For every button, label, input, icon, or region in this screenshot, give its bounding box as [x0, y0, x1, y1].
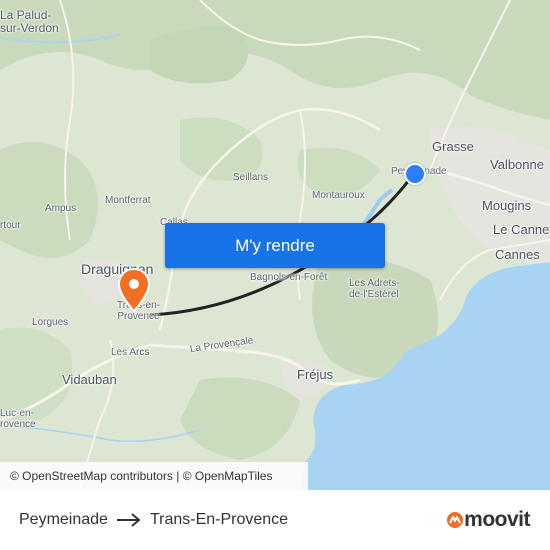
place-la-palud: La Palud- sur-Verdon [0, 8, 59, 36]
place-montferrat: Montferrat [105, 195, 151, 206]
place-adrets: Les Adrets- de-l'Estérel [349, 278, 400, 300]
place-grasse: Grasse [432, 139, 474, 154]
moovit-logo[interactable]: moovit [446, 508, 530, 532]
moovit-logo-icon [447, 512, 464, 528]
directions-button[interactable]: M'y rendre [165, 223, 385, 268]
place-seillans: Seillans [233, 172, 269, 183]
place-ampus: Ampus [45, 203, 77, 214]
place-cannes: Cannes [495, 247, 540, 262]
place-le-cannet: Le Cannet [493, 222, 550, 237]
place-valbonne: Valbonne [490, 157, 544, 172]
route-summary: Peymeinade Trans-En-Provence [19, 511, 288, 529]
footer: Peymeinade Trans-En-Provence moovit [0, 490, 550, 550]
place-mougins: Mougins [482, 198, 532, 213]
place-vidauban: Vidauban [62, 372, 117, 387]
place-artour: rtour [0, 220, 21, 231]
arrow-right-icon [116, 513, 142, 527]
destination-pin-icon[interactable] [117, 268, 151, 312]
map-attribution[interactable]: © OpenStreetMap contributors | © OpenMap… [0, 462, 308, 490]
map[interactable]: La Palud- sur-Verdon Grasse Valbonne Pey… [0, 0, 550, 490]
place-luc: Luc-en- rovence [0, 408, 36, 430]
place-bagnols: Bagnols-en-Forêt [250, 272, 328, 283]
place-frejus: Fréjus [297, 367, 334, 382]
place-lorgues: Lorgues [32, 317, 69, 328]
origin-label: Peymeinade [19, 511, 108, 528]
place-montauroux: Montauroux [312, 190, 365, 201]
origin-location-dot[interactable] [404, 163, 426, 185]
moovit-wordmark: moovit [464, 508, 530, 531]
page: La Palud- sur-Verdon Grasse Valbonne Pey… [0, 0, 550, 550]
place-les-arcs: Les Arcs [111, 347, 150, 358]
destination-label: Trans-En-Provence [149, 511, 289, 528]
